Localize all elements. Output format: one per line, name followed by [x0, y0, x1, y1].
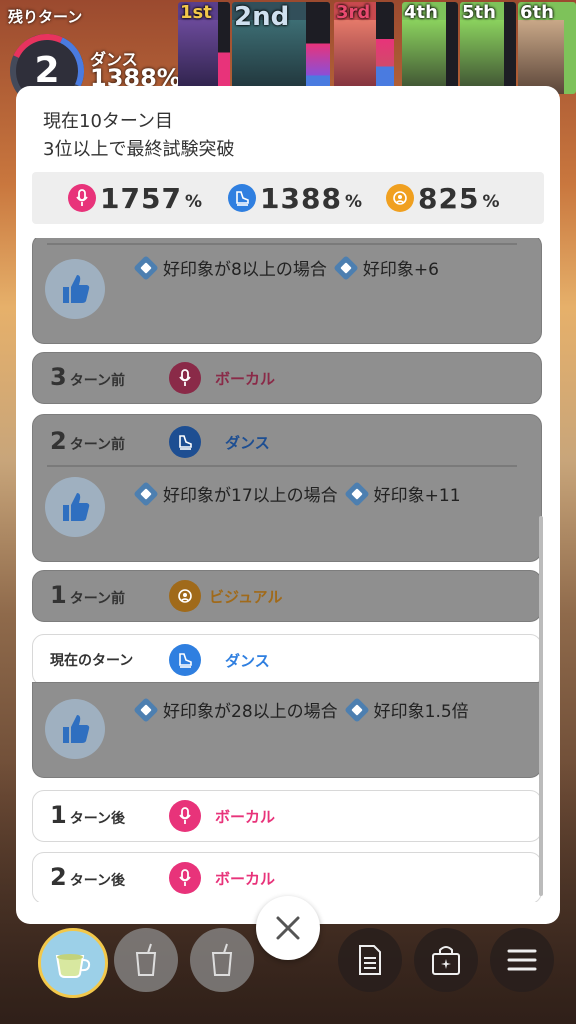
scrollbar[interactable] — [539, 516, 543, 896]
history-card-1-turn-after: 1 ターン後 ボーカル — [32, 790, 542, 842]
rank-3rd-portrait: 3rd — [334, 2, 394, 94]
remaining-turns-number: 2 — [34, 50, 60, 91]
good-impression-diamond-icon — [133, 254, 159, 281]
item-bag-button[interactable] — [414, 928, 478, 992]
drink-slot-empty-2[interactable] — [190, 928, 254, 992]
rank-1st-label: 1st — [180, 2, 212, 23]
effect-text: 好印象が28以上の場合 好印象1.5倍 — [133, 696, 469, 723]
stat-vocal-value: 1757 — [100, 181, 182, 215]
good-impression-icon — [45, 259, 105, 319]
ranking-bar: 1st 2nd 3rd 4th 5th 6th — [176, 2, 576, 94]
history-card-2-turns-after: 2 ターン後 ボーカル — [32, 852, 542, 902]
type-label-visual: ビジュアル — [209, 588, 283, 606]
dance-shoe-icon — [228, 184, 256, 212]
good-impression-diamond-icon — [333, 254, 359, 281]
stat-dance: 1388 % — [228, 178, 362, 218]
rank-2nd-label: 2nd — [234, 2, 290, 32]
rank-5th-label: 5th — [462, 2, 496, 23]
good-impression-diamond-icon — [133, 480, 159, 507]
microphone-icon — [68, 184, 96, 212]
stat-visual-value: 825 — [418, 181, 480, 215]
tea-cup-icon — [55, 954, 91, 978]
stat-visual: 825 % — [386, 178, 500, 218]
turn-info-panel: 現在10ターン目 3位以上で最終試験突破 1757 % 1388 % 825 % — [16, 86, 560, 924]
good-impression-icon — [45, 477, 105, 537]
pass-condition-text: 3位以上で最終試験突破 — [43, 139, 235, 160]
menu-button[interactable] — [490, 928, 554, 992]
rank-5th-portrait: 5th — [460, 2, 516, 94]
close-button[interactable] — [256, 896, 320, 960]
current-turn-label: 現在のターン — [50, 653, 134, 669]
effect-text: 好印象が17以上の場合 好印象+11 — [133, 480, 461, 507]
rank-2nd-portrait: 2nd — [232, 2, 330, 94]
drink-slot-empty-1[interactable] — [114, 928, 178, 992]
good-impression-diamond-icon — [343, 480, 370, 507]
remaining-turns-label: 残りターン — [8, 8, 83, 26]
empty-drink-icon — [211, 943, 233, 976]
microphone-icon — [169, 362, 201, 394]
bag-icon — [432, 946, 460, 975]
empty-drink-icon — [135, 943, 157, 976]
type-label-vocal: ボーカル — [215, 370, 276, 388]
history-card-1-turn-before: 1 ターン前 ビジュアル — [32, 570, 542, 622]
hamburger-menu-icon — [507, 949, 537, 971]
turn-history-list[interactable]: 好印象が8以上の場合 好印象+6 3ターン前 ボーカル 2ターン前 ダンス — [32, 238, 544, 902]
rank-6th-portrait: 6th — [518, 2, 576, 94]
microphone-icon — [169, 800, 201, 832]
rank-6th-label: 6th — [520, 2, 554, 23]
microphone-icon — [169, 862, 201, 894]
rank-4th-label: 4th — [404, 2, 438, 23]
rank-3rd-label: 3rd — [336, 2, 371, 23]
visual-icon — [169, 580, 201, 612]
history-card-3-turns-before: 3 ターン前 ボーカル — [32, 352, 542, 404]
current-turn-text: 現在10ターン目 — [43, 111, 174, 132]
history-card-2-turns-before: 2 ターン前 ダンス 好印象が17以上の場合 好印象+11 — [32, 414, 542, 562]
rank-4th-portrait: 4th — [402, 2, 458, 94]
history-card-previous: 好印象が8以上の場合 好印象+6 — [32, 238, 542, 344]
document-icon — [359, 945, 381, 975]
good-impression-diamond-icon — [133, 696, 159, 723]
rank-1st-portrait: 1st — [178, 2, 230, 94]
type-label-vocal: ボーカル — [215, 808, 276, 826]
stat-dance-value: 1388 — [260, 181, 342, 215]
dance-shoe-icon — [169, 644, 201, 676]
panel-title: 現在10ターン目 3位以上で最終試験突破 — [43, 108, 234, 164]
type-label-dance: ダンス — [225, 434, 270, 452]
stat-summary: 1757 % 1388 % 825 % — [32, 172, 544, 224]
history-card-current-turn: 現在のターン ダンス — [32, 634, 542, 686]
close-icon — [276, 916, 300, 940]
current-turn-effect-card: 好印象が28以上の場合 好印象1.5倍 — [32, 682, 542, 778]
dance-shoe-icon — [169, 426, 201, 458]
type-label-vocal: ボーカル — [215, 870, 276, 888]
good-impression-icon — [45, 699, 105, 759]
type-label-dance: ダンス — [225, 652, 270, 670]
deck-list-button[interactable] — [338, 928, 402, 992]
stat-vocal: 1757 % — [68, 178, 202, 218]
visual-icon — [386, 184, 414, 212]
effect-text: 好印象が8以上の場合 好印象+6 — [133, 254, 439, 281]
drink-slot-herb-tea[interactable] — [38, 928, 108, 998]
good-impression-diamond-icon — [343, 696, 370, 723]
